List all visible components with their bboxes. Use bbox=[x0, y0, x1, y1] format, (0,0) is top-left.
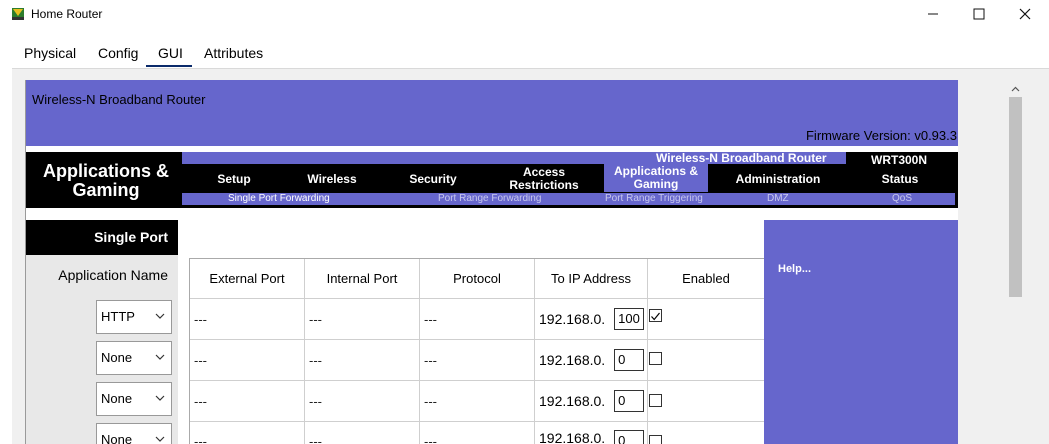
cell-protocol: --- bbox=[420, 422, 535, 444]
section-title: Applications & Gaming bbox=[30, 152, 182, 205]
router-header: Wireless-N Broadband Router Firmware Ver… bbox=[26, 80, 958, 146]
subnav-qos[interactable]: QoS bbox=[892, 193, 912, 205]
nav-status[interactable]: Status bbox=[862, 165, 938, 193]
ip-last-octet-input[interactable]: 100 bbox=[614, 308, 645, 330]
header-to-ip-address: To IP Address bbox=[535, 259, 648, 299]
active-tab-indicator bbox=[146, 65, 192, 67]
cell-to-ip-address: 192.168.0. 0 bbox=[535, 422, 648, 444]
checkmark-icon bbox=[651, 312, 660, 321]
scroll-up-button[interactable] bbox=[1007, 80, 1024, 97]
vertical-scrollbar[interactable] bbox=[1007, 80, 1024, 444]
maximize-button[interactable] bbox=[956, 0, 1002, 30]
nav-access-restrictions[interactable]: Access Restrictions bbox=[494, 165, 594, 193]
tab-config[interactable]: Config bbox=[98, 45, 138, 61]
header-external-port: External Port bbox=[190, 259, 305, 299]
cell-internal-port: --- bbox=[305, 381, 420, 422]
cell-external-port: --- bbox=[190, 422, 305, 444]
close-button[interactable] bbox=[1002, 0, 1048, 30]
tab-attributes[interactable]: Attributes bbox=[204, 45, 263, 61]
application-name-label: Application Name bbox=[58, 267, 168, 283]
tab-gui[interactable]: GUI bbox=[158, 45, 183, 61]
router-app-icon bbox=[12, 8, 24, 20]
subnav-dmz[interactable]: DMZ bbox=[767, 193, 789, 205]
enabled-checkbox[interactable] bbox=[649, 394, 662, 407]
application-select-value: None bbox=[101, 350, 133, 365]
cell-to-ip-address: 192.168.0. 100 bbox=[535, 299, 648, 340]
port-forwarding-table: External Port Internal Port Protocol To … bbox=[189, 258, 765, 444]
window-title: Home Router bbox=[31, 7, 103, 21]
application-select-value: None bbox=[101, 432, 133, 444]
cell-enabled bbox=[648, 299, 765, 340]
chevron-down-icon bbox=[155, 395, 165, 401]
cell-enabled bbox=[648, 422, 765, 444]
cell-internal-port: --- bbox=[305, 340, 420, 381]
enabled-checkbox[interactable] bbox=[649, 309, 662, 322]
main-navigation: Applications & Gaming Wireless-N Broadba… bbox=[26, 146, 958, 208]
cell-internal-port: --- bbox=[305, 299, 420, 340]
application-select-value: None bbox=[101, 391, 133, 406]
minimize-button[interactable] bbox=[910, 0, 956, 30]
cell-protocol: --- bbox=[420, 381, 535, 422]
cell-external-port: --- bbox=[190, 340, 305, 381]
cell-external-port: --- bbox=[190, 299, 305, 340]
single-port-heading: Single Port bbox=[26, 220, 178, 255]
application-select-1[interactable]: HTTP bbox=[96, 300, 172, 334]
ip-prefix: 192.168.0. bbox=[539, 430, 606, 444]
chevron-down-icon bbox=[155, 436, 165, 442]
cell-to-ip-address: 192.168.0. 0 bbox=[535, 381, 648, 422]
tab-physical[interactable]: Physical bbox=[24, 45, 76, 61]
application-select-2[interactable]: None bbox=[96, 341, 172, 375]
firmware-version: Firmware Version: v0.93.3 bbox=[805, 128, 957, 143]
subnav-port-range-triggering[interactable]: Port Range Triggering bbox=[605, 193, 703, 205]
help-panel: Help... bbox=[764, 220, 958, 444]
enabled-checkbox[interactable] bbox=[649, 352, 662, 365]
cell-to-ip-address: 192.168.0. 0 bbox=[535, 340, 648, 381]
cell-internal-port: --- bbox=[305, 422, 420, 444]
chevron-down-icon bbox=[155, 354, 165, 360]
router-web-page: Wireless-N Broadband Router Firmware Ver… bbox=[25, 80, 958, 444]
cell-protocol: --- bbox=[420, 340, 535, 381]
ip-prefix: 192.168.0. bbox=[539, 352, 606, 368]
header-internal-port: Internal Port bbox=[305, 259, 420, 299]
subnav-port-range-forwarding[interactable]: Port Range Forwarding bbox=[438, 193, 541, 205]
router-name: Wireless-N Broadband Router bbox=[32, 92, 206, 107]
nav-wireless[interactable]: Wireless bbox=[288, 165, 376, 193]
title-bar: Home Router bbox=[0, 0, 1049, 30]
scroll-thumb[interactable] bbox=[1009, 97, 1022, 297]
ip-last-octet-input[interactable]: 0 bbox=[614, 349, 645, 371]
subnav-single-port-forwarding[interactable]: Single Port Forwarding bbox=[228, 193, 330, 205]
product-name: Wireless-N Broadband Router bbox=[656, 151, 827, 165]
application-select-4[interactable]: None bbox=[96, 423, 172, 444]
ip-prefix: 192.168.0. bbox=[539, 311, 606, 327]
header-protocol: Protocol bbox=[420, 259, 535, 299]
ip-prefix: 192.168.0. bbox=[539, 393, 606, 409]
nav-applications-gaming[interactable]: Applications & Gaming bbox=[604, 164, 708, 192]
cell-protocol: --- bbox=[420, 299, 535, 340]
header-enabled: Enabled bbox=[648, 259, 765, 299]
application-select-3[interactable]: None bbox=[96, 382, 172, 416]
tab-bar: Physical Config GUI Attributes bbox=[0, 30, 1049, 68]
application-select-value: HTTP bbox=[101, 309, 135, 324]
chevron-down-icon bbox=[155, 313, 165, 319]
nav-security[interactable]: Security bbox=[390, 165, 476, 193]
cell-external-port: --- bbox=[190, 381, 305, 422]
cell-enabled bbox=[648, 381, 765, 422]
cell-enabled bbox=[648, 340, 765, 381]
help-link[interactable]: Help... bbox=[778, 263, 811, 275]
ip-last-octet-input[interactable]: 0 bbox=[614, 430, 645, 444]
ip-last-octet-input[interactable]: 0 bbox=[614, 390, 645, 412]
nav-administration[interactable]: Administration bbox=[720, 165, 836, 193]
chevron-up-icon bbox=[1011, 86, 1020, 92]
enabled-checkbox[interactable] bbox=[649, 435, 662, 444]
nav-setup[interactable]: Setup bbox=[194, 165, 274, 193]
